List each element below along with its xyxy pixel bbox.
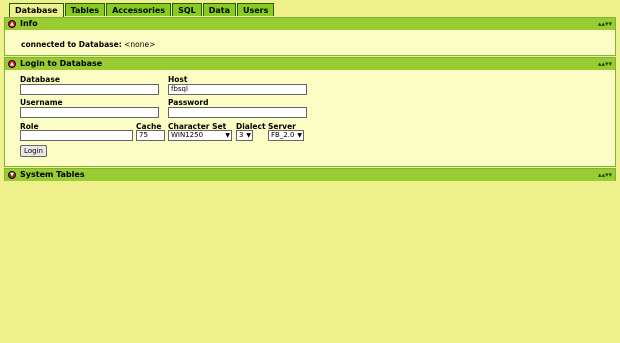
charset-select[interactable]: WIN1250 ▼ [168,130,232,141]
panel-move-arrows-icon[interactable]: ▴▴▾▾ [598,169,612,181]
tab-accessories[interactable]: Accessories [106,3,172,16]
login-panel-title: Login to Database [20,59,103,68]
role-input[interactable] [20,130,133,141]
tab-sql[interactable]: SQL [172,3,202,16]
password-label: Password [168,98,209,107]
connected-label: connected to Database: [21,40,122,49]
server-value: FB_2.0 [271,131,295,139]
charset-value: WIN1250 [171,131,204,139]
password-input[interactable] [168,107,307,118]
chevron-down-icon: ▼ [246,132,251,139]
connection-status: connected to Database: <none> [21,40,155,49]
database-input[interactable] [20,84,159,95]
connected-value: <none> [124,40,156,49]
info-panel-header[interactable]: ▲ Info ▴▴▾▾ [5,18,615,30]
username-label: Username [20,98,63,107]
server-select[interactable]: FB_2.0 ▼ [268,130,304,141]
login-button[interactable]: Login [20,145,47,157]
host-label: Host [168,75,188,84]
expand-icon[interactable]: ▼ [8,171,16,179]
tab-bar: Database Tables Accessories SQL Data Use… [9,3,275,17]
host-input[interactable]: fbsql [168,84,307,95]
tab-data[interactable]: Data [202,3,236,16]
info-panel-title: Info [20,19,38,28]
collapse-icon[interactable]: ▲ [8,60,16,68]
login-panel-header[interactable]: ▲ Login to Database ▴▴▾▾ [5,58,615,70]
database-label: Database [20,75,60,84]
dialect-select[interactable]: 3 ▼ [236,130,253,141]
tab-tables[interactable]: Tables [64,3,106,16]
dialect-value: 3 [239,131,244,139]
tab-database[interactable]: Database [9,3,64,17]
login-panel: ▲ Login to Database ▴▴▾▾ Database Host f… [4,57,616,167]
collapse-icon[interactable]: ▲ [8,20,16,28]
panel-move-arrows-icon[interactable]: ▴▴▾▾ [598,18,612,30]
system-tables-panel-title: System Tables [20,170,85,179]
chevron-down-icon: ▼ [297,132,302,139]
tab-users[interactable]: Users [237,3,275,16]
info-panel: ▲ Info ▴▴▾▾ connected to Database: <none… [4,17,616,56]
username-input[interactable] [20,107,159,118]
system-tables-panel-header[interactable]: ▼ System Tables ▴▴▾▾ [5,169,615,181]
panel-move-arrows-icon[interactable]: ▴▴▾▾ [598,58,612,70]
system-tables-panel: ▼ System Tables ▴▴▾▾ [4,168,616,181]
chevron-down-icon: ▼ [225,132,230,139]
cache-input[interactable]: 75 [136,130,165,141]
